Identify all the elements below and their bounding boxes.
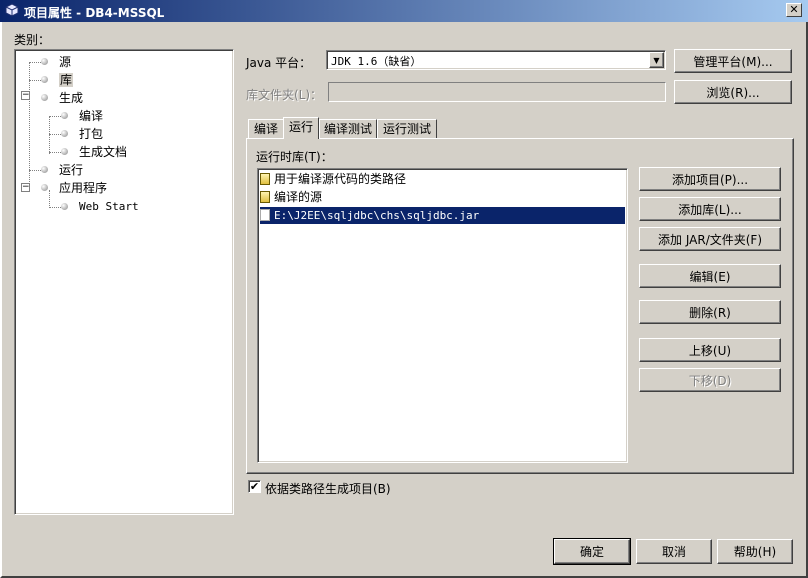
node-icon: [61, 203, 68, 210]
library-folder-field[interactable]: [328, 82, 666, 102]
runtime-libraries-label: 运行时库(T)：: [256, 150, 333, 164]
list-item[interactable]: 用于编译源代码的类路径: [260, 171, 623, 188]
move-up-button[interactable]: 上移(U): [639, 338, 781, 362]
tree-item-source[interactable]: 源: [59, 54, 71, 70]
build-projects-checkbox[interactable]: ✔: [248, 480, 261, 493]
project-icon: [5, 3, 19, 17]
dropdown-arrow-icon[interactable]: ▼: [649, 52, 664, 68]
close-button[interactable]: ✕: [786, 3, 802, 17]
add-project-button[interactable]: 添加项目(P)...: [639, 167, 781, 191]
tree-item-application[interactable]: 应用程序: [59, 180, 107, 196]
ok-button[interactable]: 确定: [553, 538, 631, 565]
remove-button[interactable]: 删除(R): [639, 300, 781, 324]
help-button[interactable]: 帮助(H): [717, 539, 793, 564]
node-icon: [61, 112, 68, 119]
tree-item-compile[interactable]: 编译: [79, 108, 103, 124]
node-icon: [61, 130, 68, 137]
tree-item-packaging[interactable]: 打包: [79, 126, 103, 142]
browse-button[interactable]: 浏览(R)...: [674, 80, 792, 104]
classpath-icon: [260, 191, 270, 203]
list-item[interactable]: 编译的源: [260, 189, 623, 206]
tree-item-libraries[interactable]: 库: [59, 72, 74, 88]
window-title: 项目属性 - DB4-MSSQL: [24, 6, 165, 20]
node-icon: [41, 94, 48, 101]
node-icon: [41, 184, 48, 191]
runtime-libraries-list[interactable]: 用于编译源代码的类路径 编译的源 E:\J2EE\sqljdbc\chs\sql…: [257, 168, 628, 463]
tab-run[interactable]: 运行: [283, 117, 319, 139]
collapse-icon[interactable]: −: [21, 91, 30, 100]
platform-label: Java 平台：: [246, 56, 312, 70]
node-icon: [41, 76, 48, 83]
cancel-button[interactable]: 取消: [636, 539, 712, 564]
collapse-icon[interactable]: −: [21, 183, 30, 192]
library-folder-label: 库文件夹(L)：: [246, 88, 323, 102]
add-jar-folder-button[interactable]: 添加 JAR/文件夹(F): [639, 227, 781, 251]
tree-item-web-start[interactable]: Web Start: [79, 199, 139, 215]
move-down-button[interactable]: 下移(D): [639, 368, 781, 392]
close-icon: ✕: [789, 3, 799, 16]
node-icon: [61, 148, 68, 155]
edit-button[interactable]: 编辑(E): [639, 264, 781, 288]
tab-compile-tests[interactable]: 编译测试: [319, 119, 377, 139]
tab-compile[interactable]: 编译: [248, 119, 284, 139]
list-item[interactable]: E:\J2EE\sqljdbc\chs\sqljdbc.jar: [260, 207, 625, 224]
manage-platforms-button[interactable]: 管理平台(M)...: [674, 49, 792, 73]
categories-tree: 源 库 − 生成 编译 打包 生成文档 运行 − 应用程序 Web Start: [14, 49, 234, 515]
tree-item-documenting[interactable]: 生成文档: [79, 144, 127, 160]
tab-run-tests[interactable]: 运行测试: [377, 119, 437, 139]
jar-icon: [260, 209, 270, 221]
check-icon: ✔: [249, 480, 260, 493]
categories-label: 类别：: [14, 33, 51, 47]
tree-item-build[interactable]: 生成: [59, 90, 83, 106]
add-library-button[interactable]: 添加库(L)...: [639, 197, 781, 221]
tree-item-run[interactable]: 运行: [59, 162, 83, 178]
title-bar: 项目属性 - DB4-MSSQL ✕: [0, 0, 808, 22]
node-icon: [41, 166, 48, 173]
build-projects-label: 依据类路径生成项目(B): [265, 482, 391, 496]
node-icon: [41, 58, 48, 65]
platform-select[interactable]: JDK 1.6（缺省） ▼: [326, 50, 666, 70]
classpath-icon: [260, 173, 270, 185]
platform-value: JDK 1.6（缺省）: [331, 55, 422, 68]
